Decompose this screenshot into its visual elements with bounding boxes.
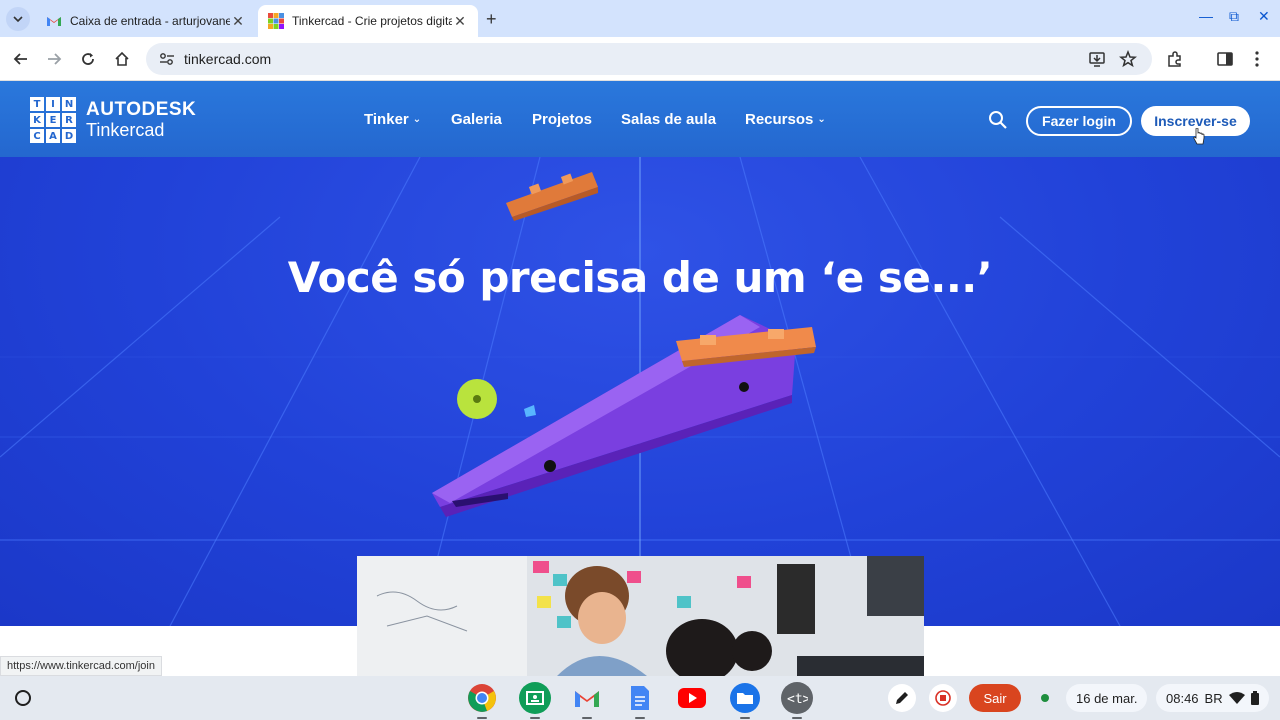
stylus-pen-icon[interactable] [888, 684, 916, 712]
nav-label: Recursos [745, 111, 814, 128]
close-tab-icon[interactable]: ✕ [230, 13, 246, 30]
logo-letter: D [62, 129, 76, 143]
hand-cursor-icon [1193, 128, 1205, 145]
address-bar[interactable]: tinkercad.com [146, 43, 1152, 75]
nav-tinker[interactable]: Tinker ⌄ [364, 111, 421, 128]
logo-letter: E [46, 113, 60, 127]
search-icon[interactable] [988, 110, 1008, 130]
side-panel-icon[interactable] [1216, 43, 1234, 75]
tab-title: Caixa de entrada - arturjovanel [70, 14, 230, 28]
tab-gmail[interactable]: Caixa de entrada - arturjovanel ✕ [36, 5, 256, 37]
close-window-icon[interactable]: ✕ [1258, 8, 1270, 25]
keyboard-layout-text: BR [1204, 690, 1223, 706]
brand-wordmark[interactable]: AUTODESK Tinkercad [86, 99, 196, 141]
classroom-photo [357, 556, 924, 676]
chevron-down-icon: ⌄ [817, 114, 826, 125]
nav-projetos[interactable]: Projetos [532, 111, 592, 128]
logo-letter: R [62, 113, 76, 127]
new-tab-icon[interactable]: + [486, 9, 497, 30]
nav-label: Projetos [532, 111, 593, 128]
minimize-icon[interactable]: — [1199, 8, 1213, 24]
nav-salas-de-aula[interactable]: Salas de aula [621, 111, 716, 128]
orange-brick-top-shape [506, 172, 598, 221]
clock-text: 08:46 [1166, 690, 1199, 706]
nav-label: Tinker [364, 111, 409, 128]
status-area[interactable]: 08:46 BR [1156, 684, 1269, 712]
site-info-icon[interactable] [158, 52, 176, 66]
extensions-icon[interactable] [1166, 43, 1184, 75]
browser-tab-strip: Caixa de entrada - arturjovanel ✕ Tinker… [0, 0, 1280, 37]
logo-letter: A [46, 129, 60, 143]
chevron-down-icon: ⌄ [412, 114, 422, 125]
logo-letter: N [62, 97, 76, 111]
tinkercad-favicon [268, 13, 284, 29]
url-text: tinkercad.com [184, 51, 272, 67]
screen-record-stop-icon[interactable] [929, 684, 957, 712]
logo-letter: C [30, 129, 44, 143]
nav-label: Salas de aula [621, 111, 717, 128]
youtube-icon[interactable] [676, 682, 708, 714]
docs-icon[interactable] [624, 682, 656, 719]
classroom-icon[interactable] [519, 682, 551, 719]
reload-icon[interactable] [78, 49, 98, 69]
link-status-bubble: https://www.tinkercad.com/join [0, 656, 162, 676]
nav-galeria[interactable]: Galeria [451, 111, 502, 128]
launcher-icon[interactable] [12, 687, 34, 709]
terminal-icon[interactable]: <t> [781, 682, 813, 719]
classroom-photo-image [357, 556, 924, 676]
logo-letter: T [30, 97, 44, 111]
forward-icon[interactable] [44, 49, 64, 69]
chrome-icon[interactable] [466, 682, 498, 719]
os-shelf: <t> Sair 16 de mar. 08:46 BR [0, 676, 1280, 720]
gmail-icon[interactable] [571, 682, 603, 719]
sair-button[interactable]: Sair [969, 684, 1021, 712]
login-button[interactable]: Fazer login [1026, 106, 1132, 136]
tinkercad-logo[interactable]: T I N K E R C A D [30, 97, 76, 143]
battery-icon [1250, 691, 1259, 705]
chevron-down-icon [13, 16, 23, 23]
home-icon[interactable] [112, 49, 132, 69]
tab-title: Tinkercad - Crie projetos digitais [292, 14, 452, 28]
tab-tinkercad[interactable]: Tinkercad - Crie projetos digitais ✕ [258, 5, 478, 37]
logo-letter: K [30, 113, 44, 127]
gmail-icon [47, 17, 61, 26]
nav-recursos[interactable]: Recursos ⌄ [745, 111, 826, 128]
hero-title: Você só precisa de um ‘e se...’ [287, 253, 993, 302]
close-tab-icon[interactable]: ✕ [452, 13, 468, 30]
install-app-icon[interactable] [1088, 43, 1106, 75]
tab-search-button[interactable] [6, 7, 30, 31]
green-ring-shape [457, 379, 497, 419]
brand-autodesk: AUTODESK [86, 99, 197, 120]
date-text: 16 de mar. [1076, 690, 1138, 706]
restore-icon[interactable]: ⧉ [1229, 8, 1239, 25]
browser-toolbar: tinkercad.com [0, 37, 1280, 81]
bookmark-star-icon[interactable] [1119, 43, 1137, 75]
nav-label: Galeria [451, 111, 502, 128]
site-header: T I N K E R C A D AUTODESK Tinkercad Tin… [0, 81, 1280, 157]
menu-kebab-icon[interactable] [1254, 43, 1260, 75]
files-icon[interactable] [729, 682, 761, 719]
wifi-icon [1228, 692, 1245, 704]
date-pill[interactable]: 16 de mar. [1066, 684, 1148, 712]
brand-tinkercad: Tinkercad [86, 120, 165, 140]
green-status-dot-icon [1034, 684, 1056, 712]
svg-text:<t>: <t> [787, 692, 808, 707]
back-icon[interactable] [11, 49, 31, 69]
blue-piece-shape [524, 405, 536, 417]
logo-letter: I [46, 97, 60, 111]
